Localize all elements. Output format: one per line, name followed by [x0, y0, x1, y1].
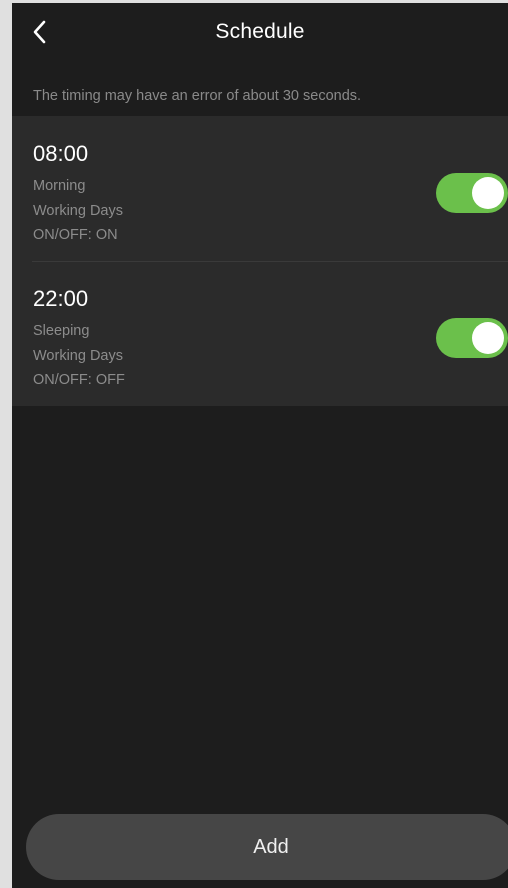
schedule-toggle[interactable] [436, 318, 508, 358]
schedule-action: ON/OFF: ON [33, 227, 118, 243]
add-button[interactable]: Add [26, 814, 508, 880]
schedule-toggle[interactable] [436, 173, 508, 213]
schedule-item-sleeping[interactable]: 22:00 Sleeping Working Days ON/OFF: OFF [12, 261, 508, 406]
schedule-name: Morning [33, 178, 86, 194]
schedule-name: Sleeping [33, 323, 90, 339]
schedule-screen: Schedule The timing may have an error of… [12, 3, 508, 888]
schedule-repeat: Working Days [33, 203, 123, 219]
navigation-bar: Schedule [12, 3, 508, 63]
timing-notice: The timing may have an error of about 30… [33, 88, 362, 104]
schedule-item-morning[interactable]: 08:00 Morning Working Days ON/OFF: ON [12, 116, 508, 261]
schedule-time: 22:00 [33, 286, 89, 311]
schedule-action: ON/OFF: OFF [33, 372, 125, 388]
toggle-knob [472, 322, 504, 354]
schedule-repeat: Working Days [33, 348, 123, 364]
schedule-time: 08:00 [33, 141, 89, 166]
schedule-list: 08:00 Morning Working Days ON/OFF: ON 22… [12, 116, 508, 406]
page-title: Schedule [215, 20, 305, 43]
toggle-knob [472, 177, 504, 209]
